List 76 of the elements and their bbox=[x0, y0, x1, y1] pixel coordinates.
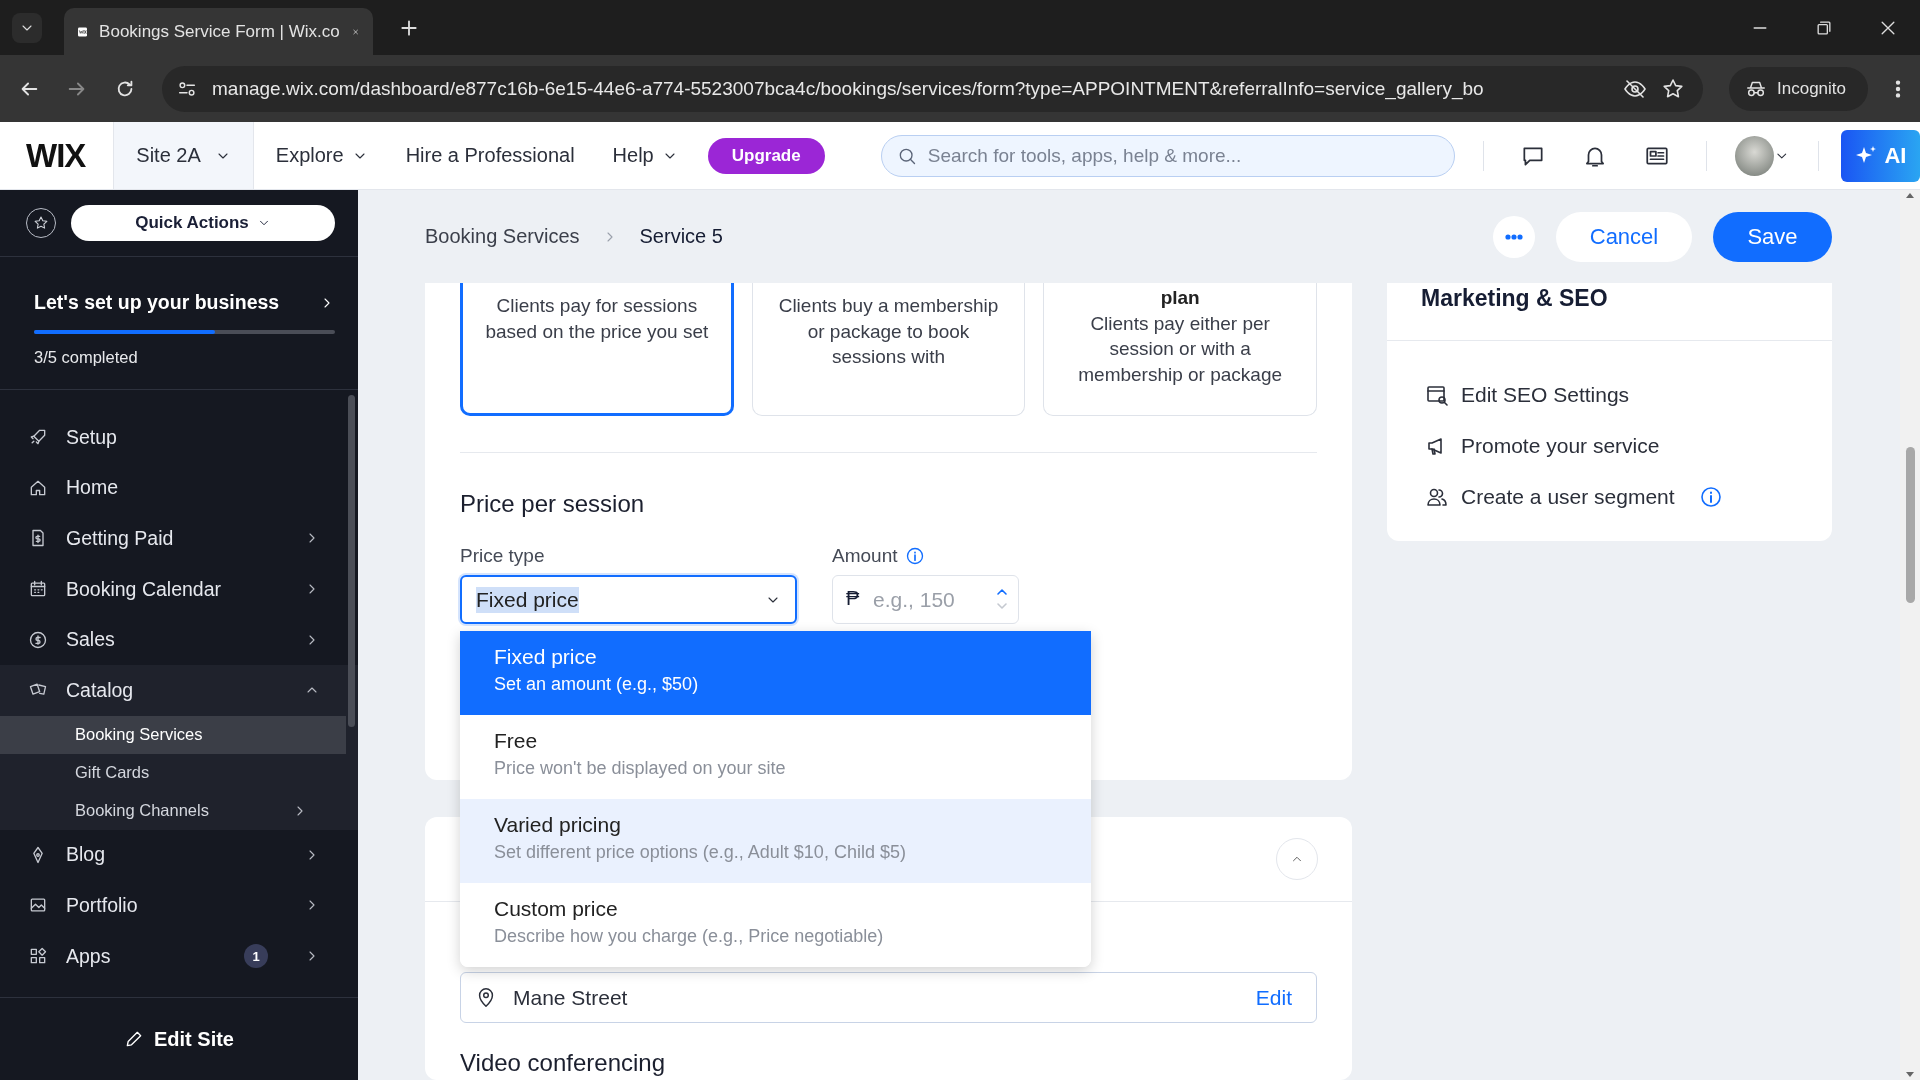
marketing-link[interactable]: Promote your service bbox=[1425, 420, 1660, 471]
section-heading: Video conferencing bbox=[460, 1049, 667, 1077]
option-title: plan bbox=[1159, 286, 1201, 310]
info-icon[interactable] bbox=[1698, 484, 1723, 509]
sidebar-subitem[interactable]: Booking Channels bbox=[0, 791, 346, 830]
upgrade-button[interactable]: Upgrade bbox=[707, 137, 825, 174]
price-type-dropdown[interactable]: Fixed price bbox=[460, 575, 797, 624]
wix-logo[interactable]: WIX bbox=[26, 136, 86, 175]
incognito-chip[interactable]: Incognito bbox=[1729, 66, 1868, 111]
sidebar-item[interactable]: Sales bbox=[0, 614, 358, 665]
site-selector[interactable]: Site 2A bbox=[113, 122, 254, 189]
sidebar-item[interactable]: Getting Paid bbox=[0, 513, 358, 564]
sidebar-item[interactable]: Booking Calendar bbox=[0, 563, 358, 615]
count-badge: 1 bbox=[244, 944, 268, 969]
field-label: Price type bbox=[460, 545, 546, 567]
option-description: Price won't be displayed on your site bbox=[494, 758, 787, 779]
field-label: Amount bbox=[832, 545, 898, 567]
save-button[interactable]: Save bbox=[1713, 211, 1832, 262]
nav-menu-item[interactable]: Hire a Professional bbox=[405, 144, 575, 167]
star-icon bbox=[33, 215, 49, 231]
sidebar-subitem[interactable]: Gift Cards bbox=[0, 753, 346, 792]
scrollbar[interactable] bbox=[348, 395, 355, 727]
option-description: Clients pay for sessions based on the price you set bbox=[485, 294, 709, 344]
payment-option-card[interactable]: Clients pay for sessions based on the price you set bbox=[460, 283, 734, 416]
dropdown-option[interactable]: Varied pricing Set different price options (e.g., Adult $10, Child $5) bbox=[460, 799, 1091, 883]
url-text: manage.wix.com/dashboard/e877c16b-6e15-44e6-a774-5523007bca4c/bookings/services/form?type=APPOINTMENT&referralInfo=service_gallery_bo bbox=[212, 77, 1485, 100]
more-icon bbox=[1504, 233, 1524, 240]
quick-actions-button[interactable]: Quick Actions bbox=[71, 205, 335, 241]
setup-title: Let's set up your business bbox=[34, 291, 280, 314]
location-field[interactable]: Mane Street Edit bbox=[460, 972, 1317, 1023]
section-heading: Price per session bbox=[460, 490, 646, 518]
sidebar-subitem[interactable]: Booking Services bbox=[0, 715, 346, 754]
star-icon[interactable] bbox=[1661, 76, 1685, 101]
search-field[interactable]: Search for tools, apps, help & more... bbox=[880, 134, 1456, 177]
setup-card[interactable]: Let's set up your business 3/5 completed bbox=[0, 257, 358, 390]
option-description: Clients pay either per session or with a membership or package bbox=[1077, 311, 1284, 387]
tab-list-button[interactable] bbox=[12, 12, 42, 43]
scrollbar[interactable] bbox=[1900, 190, 1920, 1080]
tab-title: Bookings Service Form | Wix.co bbox=[99, 21, 340, 42]
edit-site-button[interactable]: Edit Site bbox=[118, 1026, 240, 1052]
currency-symbol: ₱ bbox=[846, 587, 860, 610]
stepper-icon[interactable] bbox=[995, 586, 1009, 612]
card-title: Marketing & SEO bbox=[1387, 283, 1832, 341]
option-description: Set an amount (e.g., $50) bbox=[494, 674, 700, 695]
sidebar-item[interactable]: Setup bbox=[0, 412, 358, 463]
dropdown-option[interactable]: Custom price Describe how you charge (e.g., Price negotiable) bbox=[460, 883, 1091, 967]
sidebar-item[interactable]: Apps 1 bbox=[0, 930, 358, 982]
scrollbar-thumb[interactable] bbox=[1906, 447, 1915, 603]
pencil-icon bbox=[124, 1029, 144, 1049]
address-bar[interactable]: manage.wix.com/dashboard/e877c16b-6e15-44e6-a774-5523007bca4c/bookings/services/form?type=APPOINTMENT&referralInfo=service_gallery_bo bbox=[162, 65, 1703, 112]
info-icon[interactable] bbox=[905, 546, 926, 566]
sidebar-item[interactable]: Home bbox=[0, 462, 358, 514]
payment-option-card[interactable]: Clients buy a membership or package to book sessions with bbox=[751, 283, 1026, 416]
dollar-icon bbox=[28, 629, 48, 650]
dropdown-option[interactable]: Fixed price Set an amount (e.g., $50) bbox=[460, 631, 1091, 715]
setup-status: 3/5 completed bbox=[34, 348, 139, 367]
site-name: Site 2A bbox=[136, 144, 201, 167]
option-description: Clients buy a membership or package to book sessions with bbox=[777, 294, 1000, 369]
more-actions-button[interactable] bbox=[1493, 215, 1535, 258]
marketing-link[interactable]: Edit SEO Settings bbox=[1425, 369, 1630, 420]
option-description: Describe how you charge (e.g., Price negotiable) bbox=[494, 926, 885, 947]
nav-menu-item[interactable]: Help bbox=[612, 144, 678, 167]
incognito-label: Incognito bbox=[1777, 78, 1846, 99]
sidebar-item[interactable]: Blog bbox=[0, 829, 358, 881]
sidebar-item[interactable]: Portfolio bbox=[0, 880, 358, 931]
marketing-link[interactable]: Create a user segment bbox=[1425, 471, 1723, 522]
breadcrumb-link[interactable]: Booking Services bbox=[425, 225, 580, 248]
edit-link[interactable]: Edit bbox=[1255, 985, 1292, 1010]
location-address: Mane Street bbox=[513, 985, 629, 1010]
payment-option-card[interactable]: plan Clients pay either per session or with a membership or package bbox=[1043, 283, 1317, 416]
browser-tab[interactable]: Bookings Service Form | Wix.co bbox=[64, 8, 373, 55]
cancel-button[interactable]: Cancel bbox=[1556, 211, 1692, 262]
option-description: Set different price options (e.g., Adult $10, Child $5) bbox=[494, 842, 907, 863]
nav-menu-item[interactable]: Explore bbox=[275, 144, 368, 167]
breadcrumb-current: Service 5 bbox=[639, 225, 723, 248]
dropdown-option[interactable]: Free Price won't be displayed on your site bbox=[460, 715, 1091, 799]
